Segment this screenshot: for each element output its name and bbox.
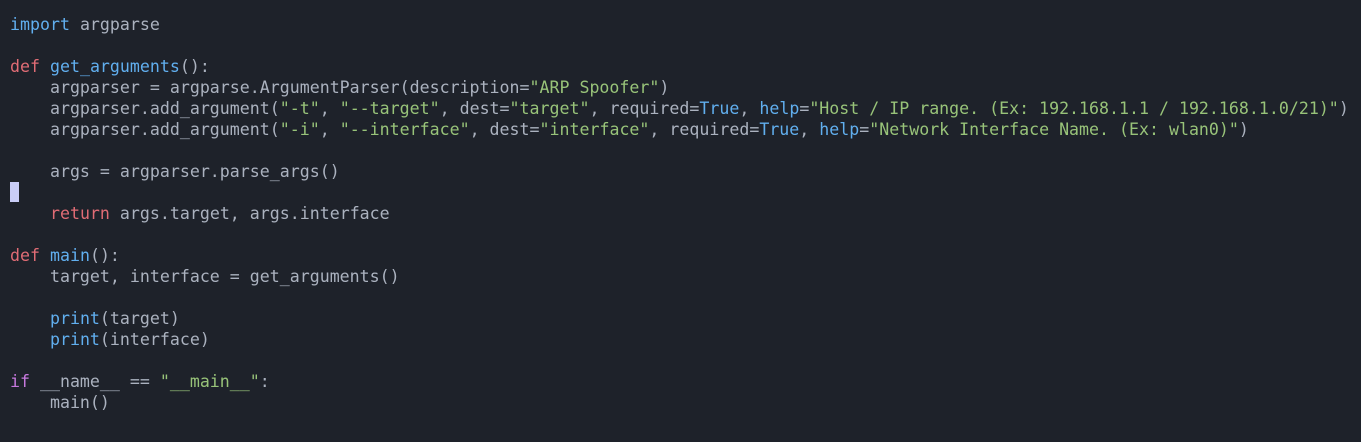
code-token: , dest= xyxy=(439,99,510,118)
code-line[interactable] xyxy=(10,350,1349,371)
code-token: "interface" xyxy=(539,120,650,139)
code-line[interactable] xyxy=(10,224,1349,245)
code-token: return xyxy=(49,204,110,223)
code-line[interactable]: import argparse xyxy=(10,14,1349,35)
code-token: , xyxy=(799,120,820,139)
code-token: , required= xyxy=(589,99,700,118)
code-token: get_arguments xyxy=(49,57,180,76)
code-token: "Network Interface Name. (Ex: wlan0)" xyxy=(869,120,1239,139)
code-token: "-i" xyxy=(279,120,320,139)
code-line[interactable]: args = argparser.parse_args() xyxy=(10,161,1349,182)
code-token: help xyxy=(759,99,800,118)
code-token: argparser.add_argument( xyxy=(10,99,280,118)
code-token: import xyxy=(10,15,70,34)
code-line[interactable] xyxy=(10,182,1349,203)
code-line[interactable]: print(interface) xyxy=(10,329,1349,350)
code-line[interactable]: argparser = argparse.ArgumentParser(desc… xyxy=(10,77,1349,98)
code-token: "target" xyxy=(509,99,590,118)
code-token: "Host / IP range. (Ex: 192.168.1.1 / 192… xyxy=(809,99,1339,118)
code-token: if xyxy=(10,372,30,391)
code-token: main xyxy=(49,246,90,265)
code-line[interactable] xyxy=(10,287,1349,308)
code-token: (interface) xyxy=(99,330,210,349)
code-area[interactable]: import argparse def get_arguments(): arg… xyxy=(10,14,1349,413)
code-line[interactable]: if __name__ == "__main__": xyxy=(10,371,1349,392)
code-token: "-t" xyxy=(279,99,320,118)
code-token: argparser.add_argument( xyxy=(10,120,280,139)
code-token: argparser = argparse.ArgumentParser(desc… xyxy=(10,78,530,97)
code-token: , dest= xyxy=(469,120,540,139)
code-token: (): xyxy=(179,57,210,76)
code-token: args.target, args.interface xyxy=(109,204,390,223)
code-token: argparse xyxy=(69,15,160,34)
code-line[interactable]: def get_arguments(): xyxy=(10,56,1349,77)
code-token: def xyxy=(10,246,40,265)
code-token: target, interface = get_arguments() xyxy=(10,267,400,286)
code-token: print xyxy=(49,309,100,328)
code-token: ) xyxy=(1238,120,1249,139)
code-token: "__main__" xyxy=(159,372,260,391)
code-token: = xyxy=(859,120,870,139)
code-line[interactable]: target, interface = get_arguments() xyxy=(10,266,1349,287)
code-line[interactable]: argparser.add_argument("-i", "--interfac… xyxy=(10,119,1349,140)
code-token: __name__ == xyxy=(29,372,160,391)
code-token: , required= xyxy=(649,120,760,139)
code-token: ) xyxy=(659,78,670,97)
code-token: ) xyxy=(1338,99,1349,118)
code-line[interactable]: main() xyxy=(10,392,1349,413)
code-token: (): xyxy=(89,246,120,265)
code-token: args = argparser.parse_args() xyxy=(10,162,340,181)
code-token: main() xyxy=(10,393,110,412)
text-cursor xyxy=(10,182,19,202)
code-token: , xyxy=(739,99,760,118)
code-token: = xyxy=(799,99,810,118)
code-line[interactable]: print(target) xyxy=(10,308,1349,329)
code-line[interactable] xyxy=(10,35,1349,56)
code-token: def xyxy=(10,57,40,76)
code-token: help xyxy=(819,120,860,139)
code-line[interactable] xyxy=(10,140,1349,161)
code-token: : xyxy=(259,372,270,391)
code-token: "ARP Spoofer" xyxy=(529,78,660,97)
code-line[interactable]: def main(): xyxy=(10,245,1349,266)
code-line[interactable]: argparser.add_argument("-t", "--target",… xyxy=(10,98,1349,119)
code-token: "--target" xyxy=(339,99,440,118)
code-token: "--interface" xyxy=(339,120,470,139)
code-token: True xyxy=(759,120,800,139)
code-token: , xyxy=(319,99,340,118)
code-token: (target) xyxy=(99,309,180,328)
code-token: True xyxy=(699,99,740,118)
code-line[interactable]: return args.target, args.interface xyxy=(10,203,1349,224)
code-token: print xyxy=(49,330,100,349)
code-token: , xyxy=(319,120,340,139)
code-editor[interactable]: import argparse def get_arguments(): arg… xyxy=(0,0,1361,442)
